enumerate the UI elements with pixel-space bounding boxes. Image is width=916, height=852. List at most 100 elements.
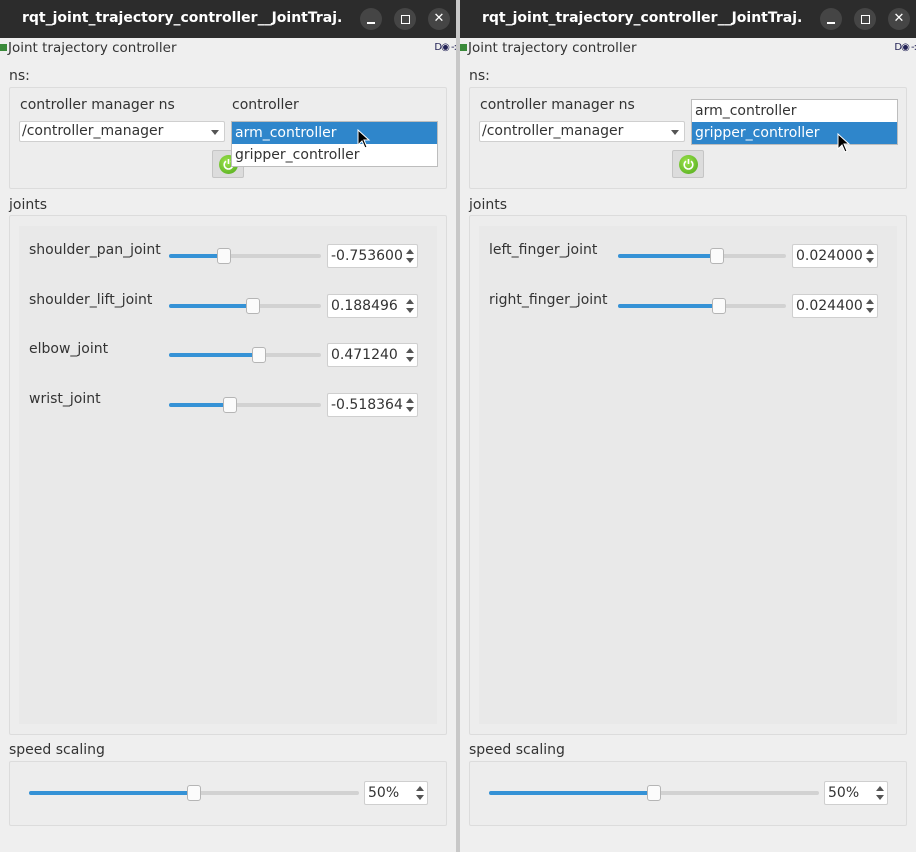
arrow-up-icon[interactable]	[416, 786, 424, 791]
dropdown-item-gripper-controller[interactable]: gripper_controller	[692, 122, 897, 144]
arrow-down-icon[interactable]	[866, 307, 874, 313]
arrow-down-icon[interactable]	[406, 357, 414, 362]
joint-value: -0.518364	[331, 396, 403, 413]
controller-dropdown[interactable]: arm_controller gripper_controller	[691, 99, 898, 145]
joint-value: 0.024400	[796, 297, 863, 314]
joint-name-label: left_finger_joint	[489, 242, 598, 258]
controller-manager-label: controller manager ns	[480, 97, 635, 113]
minimize-button[interactable]	[820, 8, 842, 30]
plugin-title: Joint trajectory controller	[460, 40, 637, 56]
speed-scaling-slider[interactable]	[29, 785, 359, 801]
joint-name-label: wrist_joint	[29, 390, 101, 407]
enable-controller-button[interactable]	[672, 150, 704, 178]
power-icon	[679, 155, 698, 174]
speed-scaling-slider[interactable]	[489, 785, 819, 801]
maximize-icon	[860, 14, 870, 24]
slider-handle[interactable]	[252, 347, 266, 363]
controller-manager-label: controller manager ns	[20, 97, 175, 113]
arrow-up-icon[interactable]	[406, 249, 414, 254]
dropdown-item-gripper-controller[interactable]: gripper_controller	[232, 144, 437, 166]
controller-manager-value: /controller_manager	[22, 123, 164, 139]
spinbox-buttons[interactable]	[403, 295, 417, 317]
arrow-down-icon[interactable]	[876, 795, 884, 800]
arrow-up-icon[interactable]	[876, 786, 884, 791]
arrow-up-icon[interactable]	[866, 298, 874, 304]
spinbox-buttons[interactable]	[403, 344, 417, 366]
joint-slider[interactable]	[169, 297, 321, 314]
window-left: rqt_joint_trajectory_controller__JointTr…	[0, 0, 456, 852]
slider-fill	[618, 254, 717, 258]
joint-name-label: shoulder_pan_joint	[29, 242, 161, 258]
spinbox-buttons[interactable]	[403, 394, 417, 416]
maximize-icon	[400, 14, 410, 24]
speed-scaling-value: 50%	[368, 785, 400, 801]
slider-fill	[618, 303, 719, 308]
plugin-tools[interactable]: D◉ -:	[894, 42, 916, 53]
mouse-cursor-icon	[837, 133, 851, 153]
title-bar[interactable]: rqt_joint_trajectory_controller__JointTr…	[0, 0, 456, 38]
spinbox-buttons[interactable]	[403, 245, 417, 267]
plugin-icon	[0, 43, 7, 51]
window-title: rqt_joint_trajectory_controller__JointTr…	[482, 10, 802, 26]
slider-fill	[169, 402, 230, 407]
maximize-button[interactable]	[854, 8, 876, 30]
slider-handle[interactable]	[217, 248, 231, 264]
joint-slider[interactable]	[169, 248, 321, 264]
minimize-button[interactable]	[360, 8, 382, 30]
slider-handle[interactable]	[710, 248, 724, 264]
title-bar[interactable]: rqt_joint_trajectory_controller__JointTr…	[460, 0, 916, 38]
close-button[interactable]: ✕	[428, 8, 450, 30]
joint-value-spinbox[interactable]: 0.471240	[327, 343, 418, 367]
chevron-down-icon	[671, 130, 679, 135]
arrow-up-icon[interactable]	[406, 397, 414, 403]
joint-value: 0.188496	[331, 297, 398, 314]
joint-slider[interactable]	[618, 297, 786, 314]
joint-slider[interactable]	[618, 248, 786, 264]
spinbox-buttons[interactable]	[863, 245, 877, 267]
spinbox-buttons[interactable]	[863, 295, 877, 317]
arrow-down-icon[interactable]	[866, 258, 874, 263]
joint-slider[interactable]	[169, 347, 321, 363]
arrow-up-icon[interactable]	[866, 249, 874, 254]
joint-value-spinbox[interactable]: 0.188496	[327, 293, 418, 318]
spinbox-buttons[interactable]	[873, 782, 887, 804]
joint-slider[interactable]	[169, 396, 321, 413]
slider-handle[interactable]	[223, 396, 237, 413]
mouse-cursor-icon	[357, 129, 371, 149]
arrow-up-icon[interactable]	[406, 298, 414, 304]
joint-value-spinbox[interactable]: 0.024400	[792, 293, 878, 318]
speed-scaling-spinbox[interactable]: 50%	[824, 781, 888, 805]
speed-scaling-label: speed scaling	[9, 742, 105, 758]
arrow-up-icon[interactable]	[406, 348, 414, 353]
joint-name-label: right_finger_joint	[489, 291, 608, 308]
joint-value-spinbox[interactable]: -0.518364	[327, 392, 418, 417]
slider-handle[interactable]	[246, 297, 260, 314]
ns-label: ns:	[9, 68, 30, 84]
dropdown-item-arm-controller[interactable]: arm_controller	[692, 100, 897, 122]
controller-manager-value: /controller_manager	[482, 123, 624, 139]
controller-label: controller	[232, 97, 299, 113]
close-button[interactable]: ✕	[888, 8, 910, 30]
plugin-title-text: Joint trajectory controller	[468, 40, 637, 56]
controller-manager-combo[interactable]: /controller_manager	[19, 121, 225, 142]
plugin-icon	[460, 43, 467, 51]
joint-value-spinbox[interactable]: 0.024000	[792, 244, 878, 268]
arrow-down-icon[interactable]	[416, 795, 424, 800]
dropdown-item-arm-controller[interactable]: arm_controller	[232, 122, 437, 144]
arrow-down-icon[interactable]	[406, 258, 414, 263]
controller-dropdown[interactable]: arm_controller gripper_controller	[231, 121, 438, 167]
speed-scaling-spinbox[interactable]: 50%	[364, 781, 428, 805]
close-icon: ✕	[893, 11, 905, 26]
joint-value-spinbox[interactable]: -0.753600	[327, 244, 418, 268]
controller-manager-combo[interactable]: /controller_manager	[479, 121, 685, 142]
slider-handle[interactable]	[647, 785, 661, 801]
arrow-down-icon[interactable]	[406, 307, 414, 313]
minimize-icon	[367, 22, 375, 24]
maximize-button[interactable]	[394, 8, 416, 30]
plugin-tools[interactable]: D◉ -:	[434, 42, 456, 53]
slider-handle[interactable]	[187, 785, 201, 801]
plugin-title: Joint trajectory controller	[0, 40, 177, 56]
spinbox-buttons[interactable]	[413, 782, 427, 804]
arrow-down-icon[interactable]	[406, 406, 414, 412]
slider-handle[interactable]	[712, 297, 726, 314]
